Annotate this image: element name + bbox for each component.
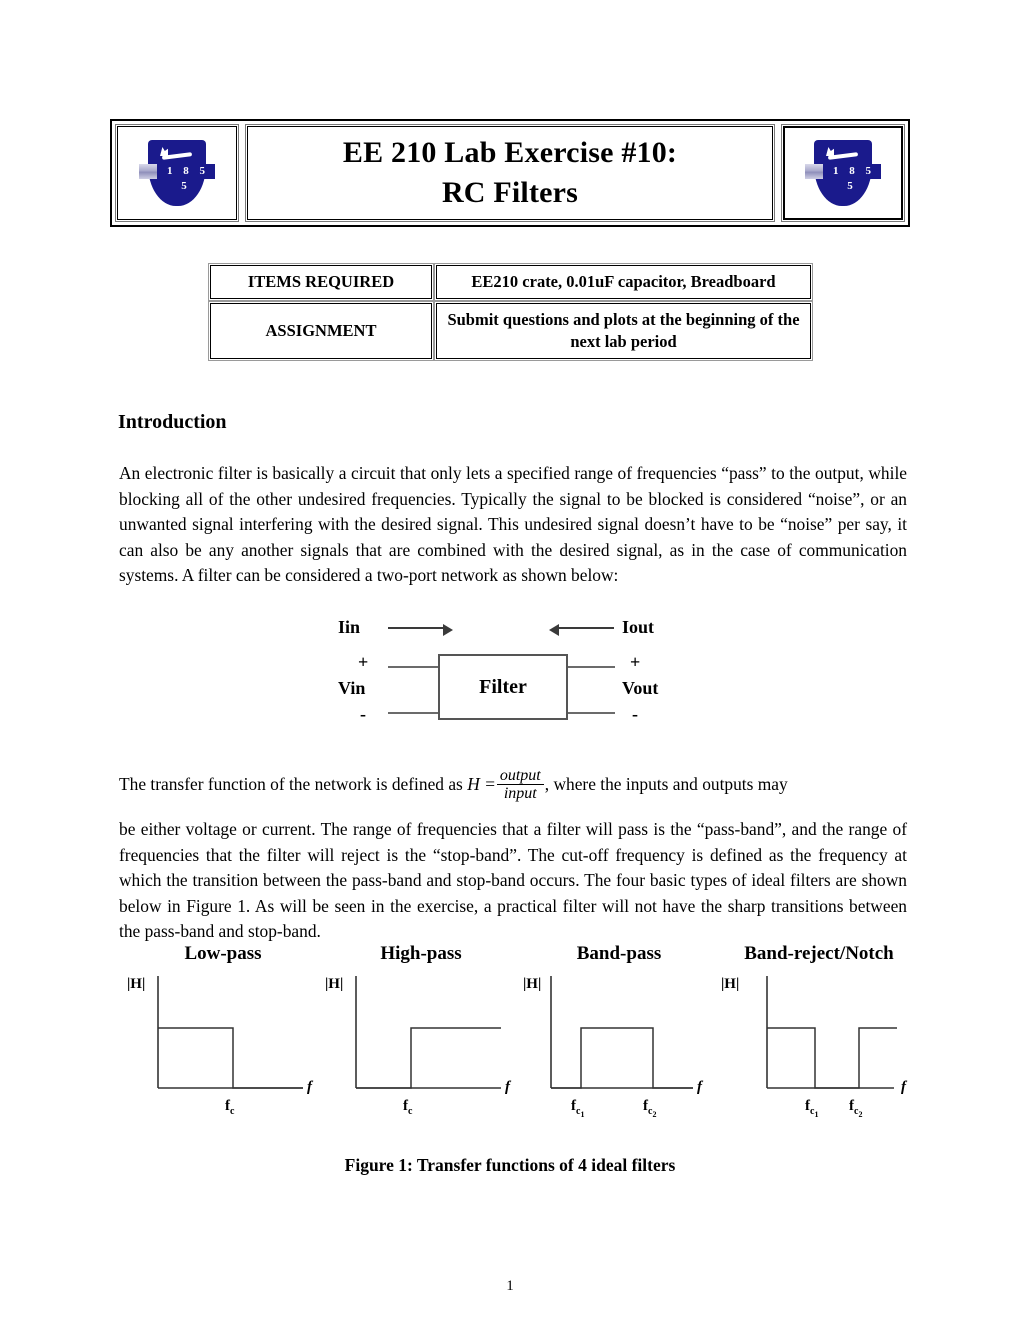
assignment-value: Submit questions and plots at the beginn… [434, 301, 813, 361]
shield-year-label: 1 8 5 5 [823, 164, 881, 192]
input-plus-label: + [358, 652, 369, 672]
figure-1-caption: Figure 1: Transfer functions of 4 ideal … [344, 1155, 676, 1175]
chart-band-reject: Band-reject/Notch |H| f fc1 fc2 [719, 938, 919, 1138]
shield-emblem-figure [824, 147, 862, 164]
cutoff-tick-label-2: fc2 [849, 1098, 862, 1119]
input-current-label: Iin [338, 617, 361, 637]
introduction-paragraph-3: be either voltage or current. The range … [119, 819, 907, 942]
document-page: 1 8 5 5 EE 210 Lab Exercise #10: RC Filt… [0, 0, 1020, 1320]
document-title-line-1: EE 210 Lab Exercise #10: [342, 136, 678, 169]
tick-sub-index: 1 [580, 1110, 585, 1119]
university-shield-logo-left: 1 8 5 5 [115, 124, 239, 222]
figure-1-ideal-filter-plots: Low-pass |H| f fc High-pass |H| f fc Ban… [125, 938, 915, 1138]
introduction-heading: Introduction [118, 411, 227, 433]
chart-plot-area [355, 976, 501, 1089]
cutoff-tick-label: fc [403, 1098, 412, 1117]
tick-sub-index: 1 [814, 1110, 819, 1119]
cutoff-tick-label-2: fc2 [643, 1098, 656, 1119]
cutoff-tick-label-1: fc1 [805, 1098, 818, 1119]
transfer-function-text-after: , where the inputs and outputs may [544, 773, 788, 794]
input-current-arrow-icon [388, 624, 453, 636]
tick-sub: c2 [854, 1106, 863, 1119]
output-top-wire [563, 666, 615, 668]
tick-sub-index: 2 [652, 1110, 657, 1119]
chart-high-pass: High-pass |H| f fc [323, 938, 519, 1138]
tick-sub: c [408, 1106, 413, 1117]
shield-year-label: 1 8 5 5 [157, 164, 215, 192]
tick-sub: c [230, 1106, 235, 1117]
university-shield-logo-right: 1 8 5 5 [781, 124, 905, 222]
filter-block-label: Filter [479, 675, 527, 698]
input-bottom-wire [388, 712, 440, 714]
tick-sub: c2 [648, 1106, 657, 1119]
tick-sub: c1 [576, 1106, 585, 1119]
items-required-value: EE210 crate, 0.01uF capacitor, Breadboar… [434, 263, 813, 301]
two-port-network-diagram: Iin Iout + Vin - + Vout - Filter [330, 612, 690, 730]
x-axis-label: f [307, 1079, 312, 1095]
cutoff-tick-label: fc [225, 1098, 234, 1117]
items-required-label: ITEMS REQUIRED [208, 263, 434, 301]
transfer-function-text-before: The transfer function of the network is … [119, 773, 463, 794]
shield-icon: 1 8 5 5 [139, 140, 215, 206]
output-plus-label: + [630, 652, 641, 672]
x-axis-label: f [505, 1079, 510, 1095]
transfer-function-paragraph-line: The transfer function of the network is … [119, 767, 907, 804]
document-title-line-2: RC Filters [441, 176, 579, 209]
output-minus-label: - [632, 704, 638, 724]
table-row: ASSIGNMENT Submit questions and plots at… [208, 301, 813, 361]
x-axis-label: f [697, 1079, 702, 1095]
table-row: ITEMS REQUIRED EE210 crate, 0.01uF capac… [208, 263, 813, 301]
assignment-label: ASSIGNMENT [208, 301, 434, 361]
filter-block: Filter [438, 654, 568, 720]
document-title-box: EE 210 Lab Exercise #10: RC Filters [245, 124, 775, 222]
tick-sub: c1 [810, 1106, 819, 1119]
page-number: 1 [506, 1278, 514, 1294]
cutoff-tick-label-1: fc1 [571, 1098, 584, 1119]
output-bottom-wire [563, 712, 615, 714]
shield-emblem-figure [158, 147, 196, 164]
x-axis-label: f [901, 1079, 906, 1095]
output-current-arrow-icon [549, 624, 614, 636]
input-minus-label: - [360, 704, 366, 724]
chart-plot-area [766, 976, 897, 1089]
chart-low-pass: Low-pass |H| f fc [125, 938, 321, 1138]
transfer-function-fraction: output input [496, 767, 544, 803]
chart-plot-area [550, 976, 693, 1089]
fraction-numerator: output [499, 767, 541, 784]
document-header-banner: 1 8 5 5 EE 210 Lab Exercise #10: RC Filt… [110, 119, 910, 227]
chart-plot-area [157, 976, 303, 1089]
introduction-paragraph-1: An electronic filter is basically a circ… [119, 463, 907, 586]
lab-info-table: ITEMS REQUIRED EE210 crate, 0.01uF capac… [208, 263, 813, 361]
input-top-wire [388, 666, 440, 668]
input-voltage-label: Vin [338, 678, 366, 698]
transfer-function-H-symbol: H = [467, 773, 496, 794]
shield-icon: 1 8 5 5 [805, 140, 881, 206]
chart-band-pass: Band-pass |H| f fc1 fc2 [521, 938, 717, 1138]
tick-sub-index: 2 [858, 1110, 863, 1119]
output-voltage-label: Vout [622, 678, 659, 698]
fraction-denominator: input [496, 784, 544, 802]
output-current-label: Iout [622, 617, 655, 637]
